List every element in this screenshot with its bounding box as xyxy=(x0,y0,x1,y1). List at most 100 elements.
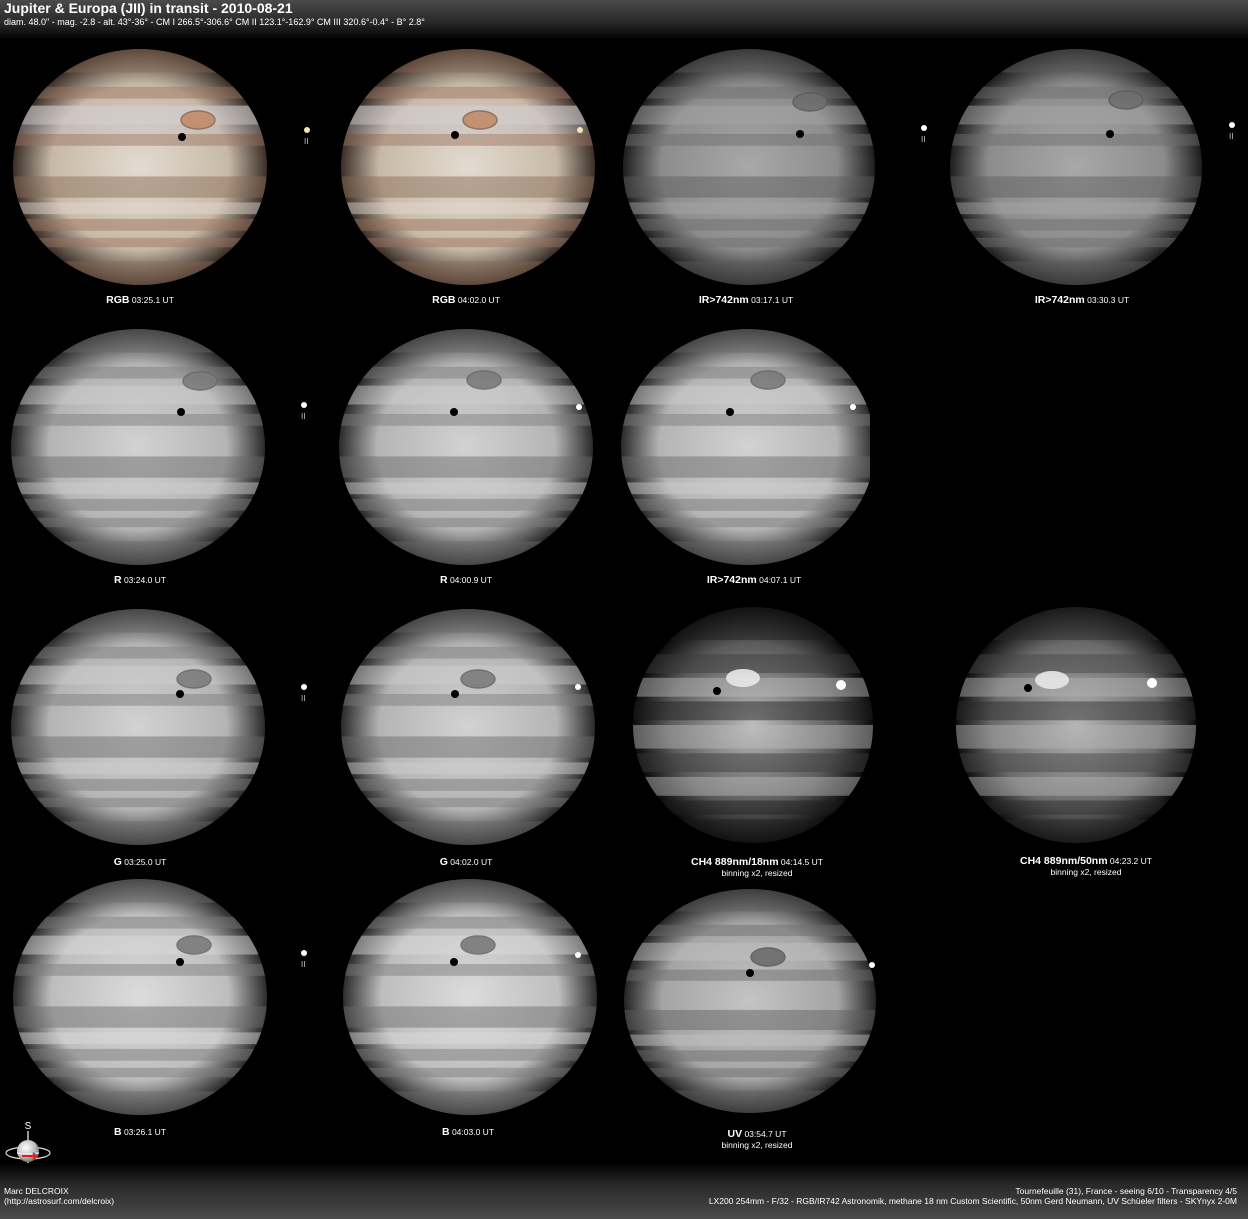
jupiter-disc xyxy=(623,49,875,285)
caption-g-1: G 03:25.0 UT xyxy=(10,857,270,868)
europa-moon xyxy=(304,127,310,133)
great-red-spot xyxy=(726,669,760,687)
filter-name: RGB xyxy=(106,294,130,306)
caption-uv: UV 03:54.7 UT binning x2, resized xyxy=(627,1129,887,1151)
great-red-spot xyxy=(182,371,218,391)
caption-r-2: R 04:00.9 UT xyxy=(336,575,596,586)
jupiter-disc xyxy=(950,49,1202,285)
moon-label: II xyxy=(921,135,926,144)
jupiter-disc xyxy=(339,329,593,565)
moon-label: II xyxy=(1229,132,1234,141)
capture-time: 03:54.7 UT xyxy=(744,1129,787,1139)
filter-name: RGB xyxy=(432,294,456,306)
jupiter-image xyxy=(956,607,1196,843)
panel-ch4-18nm xyxy=(627,603,877,848)
jupiter-image xyxy=(339,329,593,565)
jupiter-image xyxy=(633,607,873,843)
great-red-spot xyxy=(176,669,212,689)
capture-time: 04:00.9 UT xyxy=(449,575,493,585)
europa-shadow xyxy=(451,690,459,698)
moon-label: II xyxy=(304,137,309,146)
europa-moon xyxy=(921,125,927,131)
europa-shadow xyxy=(713,687,721,695)
filter-name: IR>742nm xyxy=(698,294,749,306)
filter-name: IR>742nm xyxy=(706,574,757,586)
caption-rgb-2: RGB 04:02.0 UT xyxy=(336,295,596,306)
jupiter-disc xyxy=(11,609,265,845)
jupiter-image xyxy=(13,879,307,1115)
caption-ir-3: IR>742nm 04:07.1 UT xyxy=(624,575,884,586)
europa-moon xyxy=(850,404,856,410)
panel-b-1: II xyxy=(10,875,310,1120)
jupiter-disc xyxy=(13,49,267,285)
panel-g-2 xyxy=(338,605,598,850)
europa-shadow xyxy=(796,130,804,138)
filter-name: R xyxy=(439,574,448,586)
europa-moon xyxy=(869,962,875,968)
panel-ir-1: II xyxy=(618,45,928,290)
filter-name: CH4 889nm/18nm xyxy=(691,856,779,868)
filter-name: B xyxy=(441,1126,450,1138)
filter-name: G xyxy=(439,856,448,868)
europa-shadow xyxy=(176,690,184,698)
europa-moon xyxy=(301,950,307,956)
caption-b-2: B 04:03.0 UT xyxy=(338,1127,598,1138)
great-red-spot xyxy=(460,935,496,955)
capture-time: 03:25.1 UT xyxy=(131,295,174,305)
great-red-spot xyxy=(460,669,496,689)
panel-ch4-50nm xyxy=(952,603,1202,848)
filter-name: G xyxy=(113,856,122,868)
jupiter-image xyxy=(341,609,595,845)
europa-shadow xyxy=(1106,130,1114,138)
europa-moon xyxy=(1147,678,1157,688)
great-red-spot xyxy=(180,110,216,130)
europa-moon xyxy=(576,404,582,410)
jupiter-image xyxy=(13,49,310,285)
jupiter-disc xyxy=(341,49,595,285)
moon-label: II xyxy=(301,960,306,969)
capture-time: 04:02.0 UT xyxy=(450,857,493,867)
caption-ch4-18nm: CH4 889nm/18nm 04:14.5 UT binning x2, re… xyxy=(627,857,887,879)
jupiter-disc xyxy=(621,329,870,565)
observation-location: Tournefeuille (31), France - seeing 6/10… xyxy=(1015,1186,1237,1196)
jupiter-disc xyxy=(624,889,876,1113)
jupiter-image xyxy=(621,329,870,565)
jupiter-disc xyxy=(11,329,265,565)
great-red-spot xyxy=(176,935,212,955)
caption-g-2: G 04:02.0 UT xyxy=(336,857,596,868)
capture-time: 03:25.0 UT xyxy=(124,857,167,867)
processing-note: binning x2, resized xyxy=(721,868,793,878)
caption-ch4-50nm: CH4 889nm/50nm 04:23.2 UT binning x2, re… xyxy=(956,856,1216,878)
europa-shadow xyxy=(726,408,734,416)
great-red-spot xyxy=(1035,671,1069,689)
capture-time: 04:02.0 UT xyxy=(457,295,500,305)
caption-ir-1: IR>742nm 03:17.1 UT xyxy=(616,295,876,306)
great-red-spot xyxy=(792,92,828,112)
filter-name: CH4 889nm/50nm xyxy=(1020,855,1108,867)
europa-moon xyxy=(1229,122,1235,128)
europa-moon xyxy=(836,680,846,690)
jupiter-image xyxy=(623,49,927,285)
europa-shadow xyxy=(177,408,185,416)
panel-ir-2: II xyxy=(946,45,1246,290)
europa-moon xyxy=(575,952,581,958)
jupiter-image xyxy=(343,879,597,1115)
jupiter-image xyxy=(950,49,1235,285)
panel-rgb-1: II xyxy=(10,45,310,290)
panel-rgb-2 xyxy=(338,45,598,290)
europa-moon xyxy=(575,684,581,690)
moon-label: II xyxy=(301,694,306,703)
capture-time: 04:03.0 UT xyxy=(451,1127,495,1137)
capture-time: 04:07.1 UT xyxy=(759,575,802,585)
filter-name: IR>742nm xyxy=(1034,294,1085,306)
author-website: (http://astrosurf.com/delcroix) xyxy=(4,1196,115,1206)
great-red-spot xyxy=(1108,90,1144,110)
europa-shadow xyxy=(178,133,186,141)
processing-note: binning x2, resized xyxy=(721,1140,793,1150)
capture-time: 04:23.2 UT xyxy=(1109,856,1152,866)
capture-time: 03:30.3 UT xyxy=(1087,295,1130,305)
great-red-spot xyxy=(750,947,786,967)
jupiter-disc xyxy=(343,879,597,1115)
jupiter-image xyxy=(341,49,595,285)
caption-rgb-1: RGB 03:25.1 UT xyxy=(10,295,270,306)
